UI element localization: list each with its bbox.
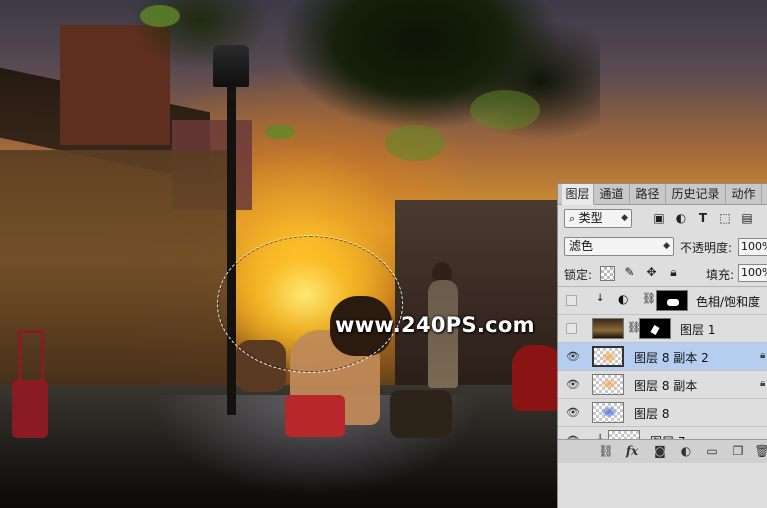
opacity-field[interactable]: 100% [738, 238, 767, 256]
panel-tabs: 图层 通道 路径 历史记录 动作 [558, 184, 767, 205]
leaves [140, 5, 180, 27]
blend-mode-select[interactable]: 滤色 ◆ [564, 237, 674, 256]
street-lamp [213, 45, 249, 87]
leaves [385, 125, 445, 161]
tab-actions[interactable]: 动作 [726, 184, 762, 205]
watermark: www.240PS.com [335, 313, 535, 337]
layer-row[interactable]: ⛓ 图层 1 [558, 315, 767, 343]
eye-icon[interactable]: 👁︎ [566, 406, 580, 419]
red-suitcase [12, 380, 48, 438]
lock-paint-icon[interactable]: ✎ [622, 265, 637, 280]
lock-icon: 🔒︎ [760, 350, 766, 361]
bag-on-ground [390, 390, 452, 438]
shape-filter-icon[interactable]: ⬚ [718, 211, 732, 225]
tab-channels[interactable]: 通道 [594, 184, 630, 205]
layer-thumbnail[interactable] [592, 402, 624, 423]
clip-arrow-icon: ↓ [596, 293, 605, 304]
blend-mode-value: 滤色 [569, 239, 594, 253]
tab-paths[interactable]: 路径 [630, 184, 666, 205]
adjustment-layer-icon: ◐ [618, 292, 629, 306]
layer-name: 色相/饱和度 [696, 295, 761, 309]
layer-name: 图层 8 [634, 407, 670, 421]
lock-row: 锁定: ✎ ✥ 🔒︎ 填充: 100% [558, 260, 767, 287]
visibility-toggle[interactable] [566, 295, 577, 306]
mask-icon[interactable]: ◙ [652, 444, 668, 458]
layer-thumbnail[interactable] [592, 346, 624, 367]
tree-canopy [120, 0, 600, 170]
filter-row: ⌕ 类型 ◆ ▣ ◐ T ⬚ ▤ [558, 205, 767, 233]
visibility-toggle[interactable] [566, 323, 577, 334]
lamp-pole [227, 85, 236, 415]
type-filter-icon[interactable]: T [696, 211, 710, 225]
girl-skirt [285, 395, 345, 437]
filter-type-select[interactable]: ⌕ 类型 ◆ [564, 209, 632, 228]
layer-name: 图层 8 副本 [634, 379, 698, 393]
layers-panel: 图层 通道 路径 历史记录 动作 ⌕ 类型 ◆ ▣ ◐ T ⬚ ▤ 滤色 ◆ 不… [557, 183, 767, 508]
layer-row[interactable]: ↓ ◐ ⛓ 色相/饱和度 [558, 287, 767, 315]
chevron-updown-icon: ◆ [663, 241, 670, 251]
lock-transparent-icon[interactable] [600, 266, 615, 281]
chevron-updown-icon: ◆ [621, 213, 628, 223]
filter-type-label: 类型 [578, 211, 603, 225]
lock-icon: 🔒︎ [760, 378, 766, 389]
eye-icon[interactable]: 👁︎ [566, 350, 580, 363]
link-icon[interactable]: ⛓ [598, 444, 614, 458]
fill-label: 填充: [706, 268, 735, 282]
adjustment-filter-icon[interactable]: ◐ [674, 211, 688, 225]
leaves [470, 90, 540, 130]
layer-row[interactable]: 👁︎ 图层 8 副本 2 🔒︎ [558, 343, 767, 371]
layer-name: 图层 8 副本 2 [634, 351, 709, 365]
opacity-label: 不透明度: [680, 241, 733, 255]
layer-list: ↓ ◐ ⛓ 色相/饱和度 ⛓ 图层 1 👁︎ 图层 8 副本 2 🔒︎ 👁︎ 图… [558, 287, 767, 443]
tab-layers[interactable]: 图层 [562, 184, 594, 205]
leaves [265, 125, 295, 139]
panel-footer: ⛓ fx ◙ ◐ ▭ ❐ 🗑︎ [558, 439, 767, 463]
layer-thumbnail[interactable] [592, 374, 624, 395]
adjustment-icon[interactable]: ◐ [678, 444, 694, 458]
image-filter-icon[interactable]: ▣ [652, 211, 666, 225]
chain-link-icon: ⛓ [642, 292, 656, 305]
layer-row[interactable]: 👁︎ 图层 8 副本 🔒︎ [558, 371, 767, 399]
red-motorbike [512, 345, 562, 411]
layer-row[interactable]: 👁︎ 图层 8 [558, 399, 767, 427]
new-layer-icon[interactable]: ❐ [730, 444, 746, 458]
search-icon: ⌕ [569, 212, 579, 225]
layer-thumbnail[interactable] [592, 318, 624, 339]
lock-all-icon[interactable]: 🔒︎ [666, 265, 681, 280]
smart-object-filter-icon[interactable]: ▤ [740, 211, 754, 225]
fill-field[interactable]: 100% [738, 264, 767, 282]
blend-row: 滤色 ◆ 不透明度: 100% [558, 233, 767, 260]
eye-icon[interactable]: 👁︎ [566, 378, 580, 391]
tab-history[interactable]: 历史记录 [666, 184, 726, 205]
layer-name: 图层 1 [680, 323, 716, 337]
elliptical-selection[interactable] [217, 235, 403, 373]
lock-move-icon[interactable]: ✥ [644, 265, 659, 280]
layer-mask-thumbnail[interactable] [656, 290, 688, 311]
lock-label: 锁定: [564, 268, 593, 282]
fx-icon[interactable]: fx [624, 444, 640, 458]
layer-mask-thumbnail[interactable] [639, 318, 671, 339]
trash-icon[interactable]: 🗑︎ [754, 444, 767, 458]
folder-icon[interactable]: ▭ [704, 444, 720, 458]
suitcase-handle [18, 330, 44, 385]
